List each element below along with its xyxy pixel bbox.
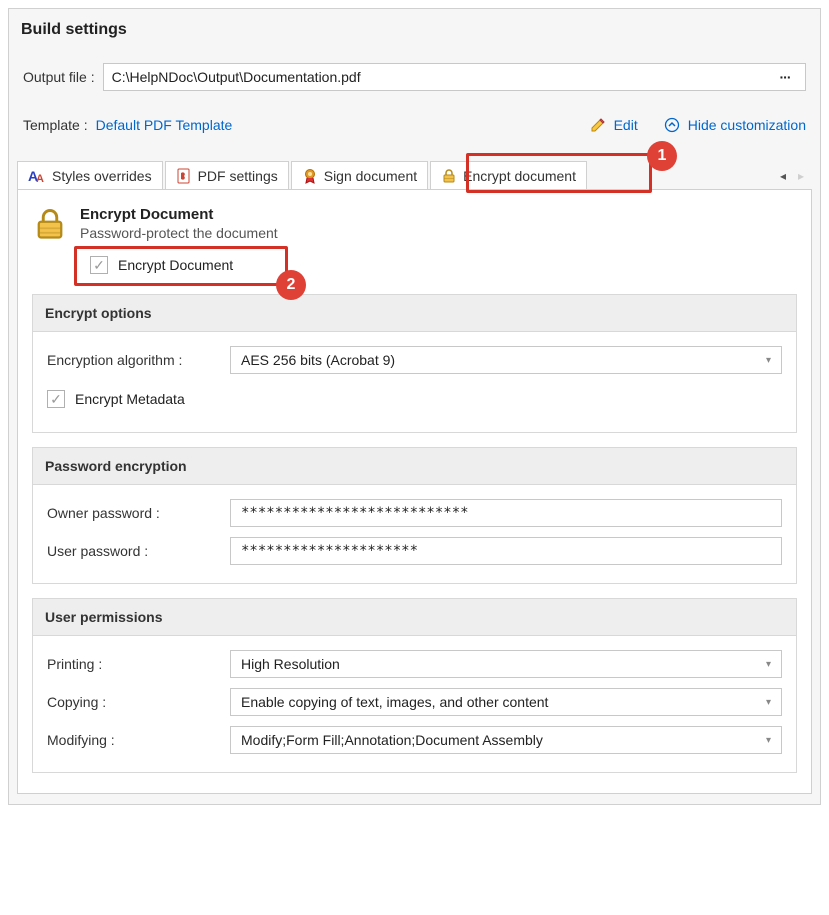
tab-sign-document[interactable]: Sign document [291, 161, 428, 190]
modifying-value: Modify;Form Fill;Annotation;Document Ass… [241, 732, 543, 748]
modifying-select[interactable]: Modify;Form Fill;Annotation;Document Ass… [230, 726, 782, 754]
owner-password-value: *************************** [241, 505, 469, 521]
template-label: Template : [23, 117, 88, 133]
build-settings-panel: Build settings Output file : C:\HelpNDoc… [8, 8, 821, 805]
panel-title: Build settings [9, 9, 820, 57]
hide-customization-link[interactable]: Hide customization [688, 117, 806, 133]
template-link[interactable]: Default PDF Template [96, 117, 233, 133]
tab-label: Encrypt document [463, 168, 576, 184]
encrypt-subtitle: Password-protect the document [80, 225, 278, 241]
printing-value: High Resolution [241, 656, 340, 672]
tab-next[interactable]: ▸ [798, 169, 804, 183]
encrypt-metadata-checkbox[interactable] [47, 390, 65, 408]
encrypt-document-checkbox-label: Encrypt Document [118, 257, 233, 273]
pdf-icon [176, 168, 192, 184]
pencil-icon [590, 117, 606, 133]
copying-label: Copying : [47, 694, 222, 710]
tab-styles-overrides[interactable]: AA Styles overrides [17, 161, 163, 190]
tab-nav: ◂ ▸ [772, 169, 812, 189]
owner-password-input[interactable]: *************************** [230, 499, 782, 527]
user-password-label: User password : [47, 543, 222, 559]
output-file-value: C:\HelpNDoc\Output\Documentation.pdf [112, 69, 773, 85]
printing-label: Printing : [47, 656, 222, 672]
tab-pdf-settings[interactable]: PDF settings [165, 161, 289, 190]
chevron-down-icon: ▾ [766, 735, 771, 746]
password-encryption-header: Password encryption [33, 448, 796, 485]
edit-link[interactable]: Edit [614, 117, 638, 133]
styles-icon: AA [28, 168, 46, 184]
output-file-row: Output file : C:\HelpNDoc\Output\Documen… [9, 57, 820, 97]
output-file-input[interactable]: C:\HelpNDoc\Output\Documentation.pdf ··· [103, 63, 806, 91]
tab-label: Styles overrides [52, 168, 152, 184]
tab-encrypt-document[interactable]: Encrypt document [430, 161, 587, 190]
user-password-input[interactable]: ********************* [230, 537, 782, 565]
password-encryption-group: Password encryption Owner password : ***… [32, 447, 797, 584]
rosette-icon [302, 168, 318, 184]
encryption-algorithm-select[interactable]: AES 256 bits (Acrobat 9) ▾ [230, 346, 782, 374]
lock-icon [441, 168, 457, 184]
modifying-label: Modifying : [47, 732, 222, 748]
user-permissions-header: User permissions [33, 599, 796, 636]
tab-prev[interactable]: ◂ [780, 169, 786, 183]
copying-select[interactable]: Enable copying of text, images, and othe… [230, 688, 782, 716]
template-row: Template : Default PDF Template Edit Hid… [9, 97, 820, 147]
encrypt-options-header: Encrypt options [33, 295, 796, 332]
chevron-down-icon: ▾ [766, 659, 771, 670]
encrypt-tab-content: Encrypt Document Password-protect the do… [17, 189, 812, 794]
svg-text:A: A [36, 173, 44, 184]
badge-1: 1 [647, 141, 677, 171]
browse-button[interactable]: ··· [773, 69, 797, 85]
lock-icon-large [32, 206, 68, 242]
collapse-icon [664, 117, 680, 133]
owner-password-label: Owner password : [47, 505, 222, 521]
tab-label: Sign document [324, 168, 417, 184]
encrypt-document-checkbox[interactable] [90, 256, 108, 274]
encrypt-section-header: Encrypt Document Password-protect the do… [32, 206, 797, 242]
copying-value: Enable copying of text, images, and othe… [241, 694, 548, 710]
output-file-label: Output file : [23, 69, 95, 85]
chevron-down-icon: ▾ [766, 697, 771, 708]
printing-select[interactable]: High Resolution ▾ [230, 650, 782, 678]
encrypt-metadata-label: Encrypt Metadata [75, 391, 185, 407]
tab-label: PDF settings [198, 168, 278, 184]
user-permissions-group: User permissions Printing : High Resolut… [32, 598, 797, 773]
chevron-down-icon: ▾ [766, 355, 771, 366]
encryption-algorithm-label: Encryption algorithm : [47, 352, 222, 368]
encryption-algorithm-value: AES 256 bits (Acrobat 9) [241, 352, 395, 368]
tabs: AA Styles overrides PDF settings Sign do… [9, 147, 820, 189]
encrypt-options-group: Encrypt options Encryption algorithm : A… [32, 294, 797, 433]
user-password-value: ********************* [241, 543, 418, 559]
badge-2: 2 [276, 270, 306, 300]
encrypt-title: Encrypt Document [80, 206, 278, 223]
